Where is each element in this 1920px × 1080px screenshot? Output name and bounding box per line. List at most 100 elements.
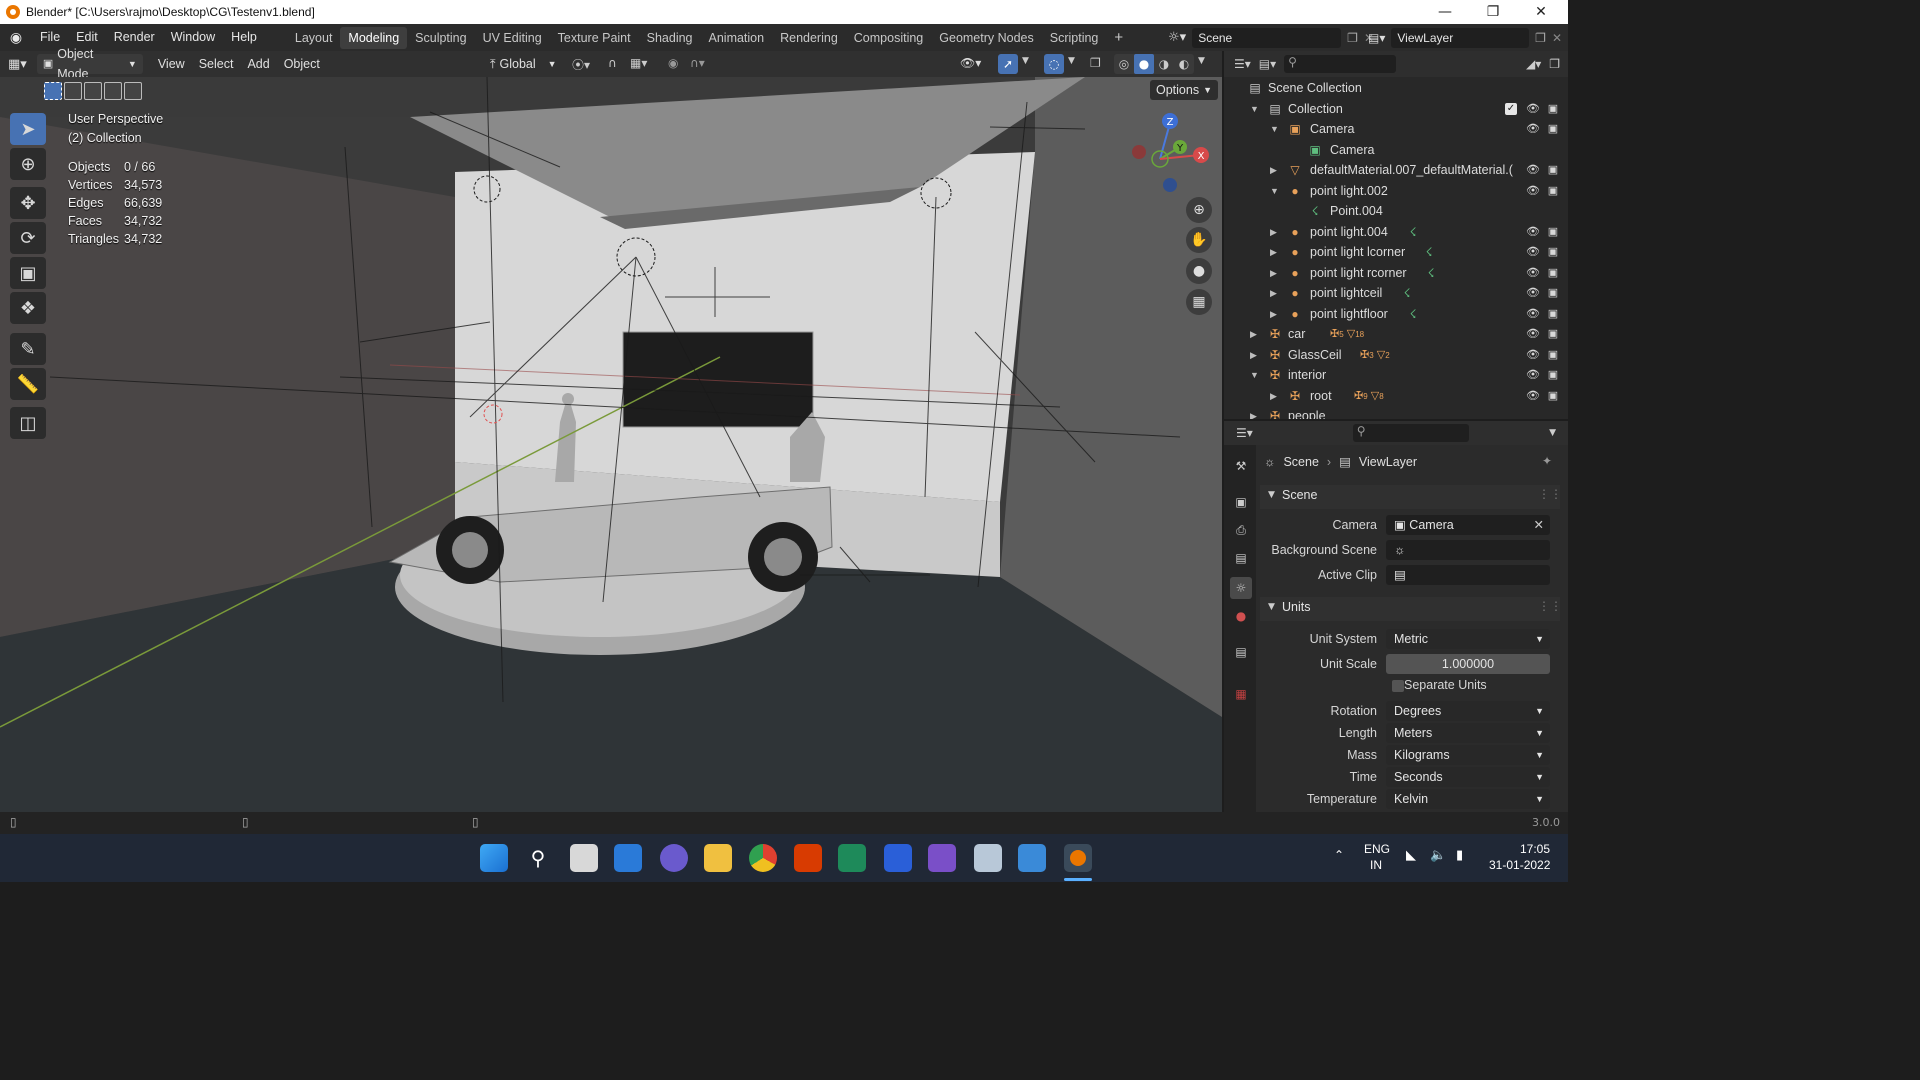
menu-window[interactable]: Window (163, 24, 223, 51)
transform-orientation-dropdown[interactable]: ⤒ Global ▼ (484, 54, 563, 74)
monitor-app-icon[interactable] (974, 844, 1002, 872)
scene-selector-icon[interactable]: ☼▾ (1168, 30, 1186, 45)
outliner-row[interactable]: ▼ ● point light.002 👁 ▣ (1224, 181, 1568, 201)
filter-icon[interactable]: ◢▾ (1526, 57, 1541, 71)
panel-collapse-icon[interactable]: ▼ (1268, 490, 1275, 500)
wireframe-shading-icon[interactable]: ◎ (1114, 54, 1134, 74)
tab-uv-editing[interactable]: UV Editing (475, 27, 550, 49)
start-icon[interactable] (480, 844, 508, 872)
delete-view-layer-icon[interactable]: ✕ (1552, 31, 1562, 45)
render-camera-icon[interactable]: ▣ (1546, 307, 1560, 321)
new-collection-icon[interactable]: ❐ (1549, 57, 1560, 71)
visual-studio-icon[interactable] (928, 844, 956, 872)
new-view-layer-icon[interactable]: ❐ (1535, 31, 1546, 45)
neg-z-axis-icon[interactable] (1163, 178, 1177, 192)
notion-icon[interactable] (884, 844, 912, 872)
panel-collapse-icon[interactable]: ▼ (1268, 602, 1275, 612)
outliner-row-scene-collection[interactable]: ▤ Scene Collection (1224, 78, 1568, 98)
mass-dropdown[interactable]: Kilograms ▼ (1386, 745, 1550, 765)
select-new-icon[interactable] (44, 82, 62, 100)
rotate-tool[interactable]: ⟳ (10, 222, 46, 254)
move-tool[interactable]: ✥ (10, 187, 46, 219)
tab-shading[interactable]: Shading (639, 27, 701, 49)
visibility-icon[interactable]: 👁▾ (960, 56, 981, 70)
eye-icon[interactable]: 👁 (1526, 102, 1540, 116)
pivot-point-icon[interactable]: ⦿▾ (572, 56, 590, 73)
properties-editor-icon[interactable]: ☰▾ (1236, 426, 1253, 440)
view-layer-name-field[interactable]: ViewLayer (1391, 27, 1530, 48)
chevron-down-icon[interactable]: ▼ (1068, 56, 1075, 66)
chevron-down-icon[interactable]: ▼ (1198, 56, 1205, 66)
office-icon[interactable] (794, 844, 822, 872)
checkbox-icon[interactable]: ✓ (1505, 103, 1517, 115)
new-scene-icon[interactable]: ❐ (1347, 31, 1358, 45)
xray-toggle-icon[interactable]: ❐ (1090, 56, 1101, 70)
task-view-icon[interactable] (570, 844, 598, 872)
clear-icon[interactable]: ✕ (1534, 515, 1544, 535)
expand-arrow-icon[interactable]: ▼ (1250, 365, 1259, 385)
neg-x-axis-icon[interactable] (1132, 145, 1146, 159)
falloff-icon[interactable]: ∩▾ (690, 56, 705, 70)
blender-menu-icon[interactable]: ◉ (0, 30, 32, 46)
eye-icon[interactable]: 👁 (1526, 348, 1540, 362)
scene-name-field[interactable]: Scene (1192, 27, 1342, 48)
tab-compositing[interactable]: Compositing (846, 27, 931, 49)
search-icon[interactable]: ⚲ (524, 844, 552, 872)
navigation-gizmo[interactable]: Z Y X (1126, 113, 1212, 199)
overlay-toggle-icon[interactable]: ◌ (1044, 54, 1064, 74)
cursor-tool[interactable]: ⊕ (10, 148, 46, 180)
tab-sculpting[interactable]: Sculpting (407, 27, 474, 49)
eye-icon[interactable]: 👁 (1526, 389, 1540, 403)
outliner-editor-icon[interactable]: ☰▾ (1234, 57, 1251, 71)
maximize-button[interactable]: ❐ (1470, 0, 1516, 24)
outliner-row[interactable]: ▶ ✠ car ✠5 ▽18 👁 ▣ (1224, 324, 1568, 344)
length-dropdown[interactable]: Meters ▼ (1386, 723, 1550, 743)
display-mode-icon[interactable]: ▤▾ (1259, 57, 1276, 71)
chrome-icon[interactable] (749, 844, 777, 872)
outliner-row[interactable]: ▶ ● point light rcorner ☇ 👁 ▣ (1224, 263, 1568, 283)
unit-scale-field[interactable]: 1.000000 (1386, 654, 1550, 674)
eye-icon[interactable]: 👁 (1526, 286, 1540, 300)
expand-arrow-icon[interactable]: ▼ (1250, 99, 1259, 119)
camera-field[interactable]: ▣ Camera ✕ (1386, 515, 1550, 535)
language-label[interactable]: ENG (1364, 842, 1390, 856)
rotation-dropdown[interactable]: Degrees ▼ (1386, 701, 1550, 721)
snap-toggle-icon[interactable]: ∩ (608, 56, 617, 70)
eye-icon[interactable]: 👁 (1526, 163, 1540, 177)
tab-scripting[interactable]: Scripting (1042, 27, 1107, 49)
view-layer-selector-icon[interactable]: ▤▾ (1368, 31, 1385, 45)
outliner-row[interactable]: ☇ Point.004 (1224, 201, 1568, 221)
render-camera-icon[interactable]: ▣ (1546, 184, 1560, 198)
tab-texture-paint[interactable]: Texture Paint (550, 27, 639, 49)
eye-icon[interactable]: 👁 (1526, 184, 1540, 198)
scale-tool[interactable]: ▣ (10, 257, 46, 289)
menu-select[interactable]: Select (192, 54, 241, 74)
menu-add[interactable]: Add (240, 54, 276, 74)
chevron-up-icon[interactable]: ⌃ (1334, 848, 1344, 862)
render-camera-icon[interactable]: ▣ (1546, 348, 1560, 362)
material-shading-icon[interactable]: ◑ (1154, 54, 1174, 74)
tab-geometry-nodes[interactable]: Geometry Nodes (931, 27, 1041, 49)
menu-help[interactable]: Help (223, 24, 265, 51)
tab-layout[interactable]: Layout (287, 27, 341, 49)
menu-object[interactable]: Object (277, 54, 327, 74)
tab-animation[interactable]: Animation (701, 27, 773, 49)
properties-search-input[interactable]: ⚲ (1352, 424, 1469, 442)
tab-modeling[interactable]: Modeling (340, 26, 408, 49)
teams-chat-icon[interactable] (660, 844, 688, 872)
render-camera-icon[interactable]: ▣ (1546, 102, 1560, 116)
render-camera-icon[interactable]: ▣ (1546, 266, 1560, 280)
clock-time[interactable]: 17:05 (1520, 842, 1550, 856)
chevron-down-icon[interactable]: ▼ (1022, 56, 1029, 66)
select-box-tool[interactable]: ➤ (10, 113, 46, 145)
camera-view-icon[interactable]: ● (1186, 258, 1212, 284)
wifi-icon[interactable]: ◣ (1406, 848, 1416, 863)
expand-arrow-icon[interactable]: ▶ (1250, 406, 1257, 419)
blender-taskbar-icon[interactable] (1064, 844, 1092, 872)
expand-arrow-icon[interactable]: ▶ (1270, 283, 1277, 303)
file-explorer-icon[interactable] (704, 844, 732, 872)
sheets-icon[interactable] (838, 844, 866, 872)
annotate-tool[interactable]: ✎ (10, 333, 46, 365)
chevron-down-icon[interactable]: ▼ (1549, 428, 1556, 438)
rendered-shading-icon[interactable]: ◐ (1174, 54, 1194, 74)
